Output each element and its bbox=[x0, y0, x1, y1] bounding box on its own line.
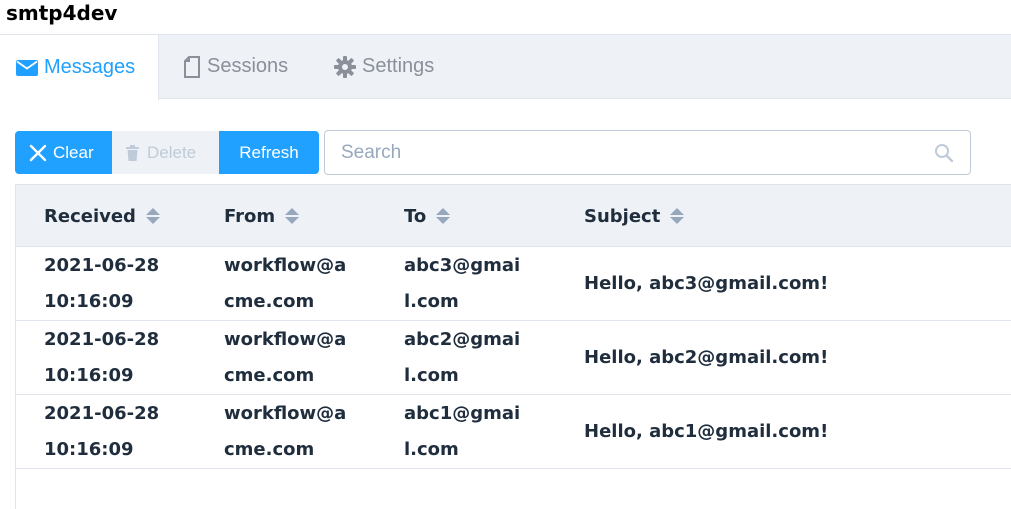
messages-table: Received From To Subject 2021-06-28 10:1… bbox=[15, 184, 1011, 509]
column-header-label: Subject bbox=[584, 205, 661, 227]
table-header: Received From To Subject bbox=[16, 185, 1011, 247]
to-line: l.com bbox=[404, 365, 459, 386]
cell-received: 2021-06-28 10:16:09 bbox=[44, 321, 214, 395]
column-header-label: Received bbox=[44, 205, 136, 227]
delete-label: Delete bbox=[147, 142, 197, 162]
cell-from: workflow@a cme.com bbox=[224, 395, 374, 469]
from-line: workflow@a bbox=[224, 255, 347, 276]
search-icon[interactable] bbox=[934, 143, 954, 163]
from-line: workflow@a bbox=[224, 329, 347, 350]
refresh-button[interactable]: Refresh bbox=[219, 131, 319, 174]
subject-text: Hello, abc2@gmail.com! bbox=[584, 347, 829, 368]
table-row[interactable]: 2021-06-28 10:16:09 workflow@a cme.com a… bbox=[16, 247, 1011, 321]
cell-to: abc3@gmai l.com bbox=[404, 247, 554, 321]
cell-received: 2021-06-28 10:16:09 bbox=[44, 247, 214, 321]
tab-settings[interactable]: Settings bbox=[334, 34, 434, 99]
tab-label: Messages bbox=[44, 56, 136, 78]
to-line: l.com bbox=[404, 439, 459, 460]
cell-received: 2021-06-28 10:16:09 bbox=[44, 395, 214, 469]
tab-messages[interactable]: Messages bbox=[0, 34, 159, 100]
cell-from: workflow@a cme.com bbox=[224, 321, 374, 395]
search-input[interactable] bbox=[325, 131, 905, 174]
from-line: workflow@a bbox=[224, 403, 347, 424]
to-line: abc3@gmai bbox=[404, 255, 521, 276]
tab-bar: Messages Sessions Settings bbox=[0, 34, 1011, 100]
clear-label: Clear bbox=[53, 142, 94, 162]
table-row[interactable]: 2021-06-28 10:16:09 workflow@a cme.com a… bbox=[16, 321, 1011, 395]
tab-label: Settings bbox=[362, 55, 435, 77]
received-date: 2021-06-28 bbox=[44, 403, 160, 424]
subject-text: Hello, abc1@gmail.com! bbox=[584, 421, 829, 442]
cell-subject: Hello, abc3@gmail.com! bbox=[584, 247, 1004, 321]
to-line: abc2@gmai bbox=[404, 329, 521, 350]
app-title: smtp4dev bbox=[6, 1, 118, 25]
cell-from: workflow@a cme.com bbox=[224, 247, 374, 321]
sort-icon[interactable] bbox=[436, 208, 451, 224]
sort-icon[interactable] bbox=[670, 208, 685, 224]
received-time: 10:16:09 bbox=[44, 365, 134, 386]
column-header-subject[interactable]: Subject bbox=[584, 185, 685, 247]
envelope-icon bbox=[16, 59, 38, 76]
to-line: l.com bbox=[404, 291, 459, 312]
from-line: cme.com bbox=[224, 439, 315, 460]
column-header-to[interactable]: To bbox=[404, 185, 451, 247]
received-date: 2021-06-28 bbox=[44, 255, 160, 276]
search-box bbox=[324, 130, 971, 175]
toolbar: Clear Delete Refresh bbox=[15, 131, 319, 174]
tab-sessions[interactable]: Sessions bbox=[183, 34, 288, 99]
column-header-received[interactable]: Received bbox=[44, 185, 160, 247]
received-date: 2021-06-28 bbox=[44, 329, 160, 350]
from-line: cme.com bbox=[224, 291, 315, 312]
cell-subject: Hello, abc2@gmail.com! bbox=[584, 321, 1004, 395]
received-time: 10:16:09 bbox=[44, 439, 134, 460]
delete-button[interactable]: Delete bbox=[112, 131, 219, 174]
column-header-label: To bbox=[404, 205, 427, 227]
column-header-label: From bbox=[224, 205, 276, 227]
sort-icon[interactable] bbox=[285, 208, 300, 224]
from-line: cme.com bbox=[224, 365, 315, 386]
to-line: abc1@gmai bbox=[404, 403, 521, 424]
cell-to: abc2@gmai l.com bbox=[404, 321, 554, 395]
trash-icon bbox=[126, 144, 139, 161]
table-row[interactable]: 2021-06-28 10:16:09 workflow@a cme.com a… bbox=[16, 395, 1011, 469]
close-icon bbox=[29, 144, 47, 161]
received-time: 10:16:09 bbox=[44, 291, 134, 312]
clear-button[interactable]: Clear bbox=[15, 131, 112, 174]
column-header-from[interactable]: From bbox=[224, 185, 300, 247]
subject-text: Hello, abc3@gmail.com! bbox=[584, 273, 829, 294]
sort-icon[interactable] bbox=[145, 208, 160, 224]
gear-icon bbox=[334, 55, 356, 78]
document-icon bbox=[184, 55, 200, 78]
tab-label: Sessions bbox=[207, 55, 289, 77]
cell-to: abc1@gmai l.com bbox=[404, 395, 554, 469]
cell-subject: Hello, abc1@gmail.com! bbox=[584, 395, 1004, 469]
